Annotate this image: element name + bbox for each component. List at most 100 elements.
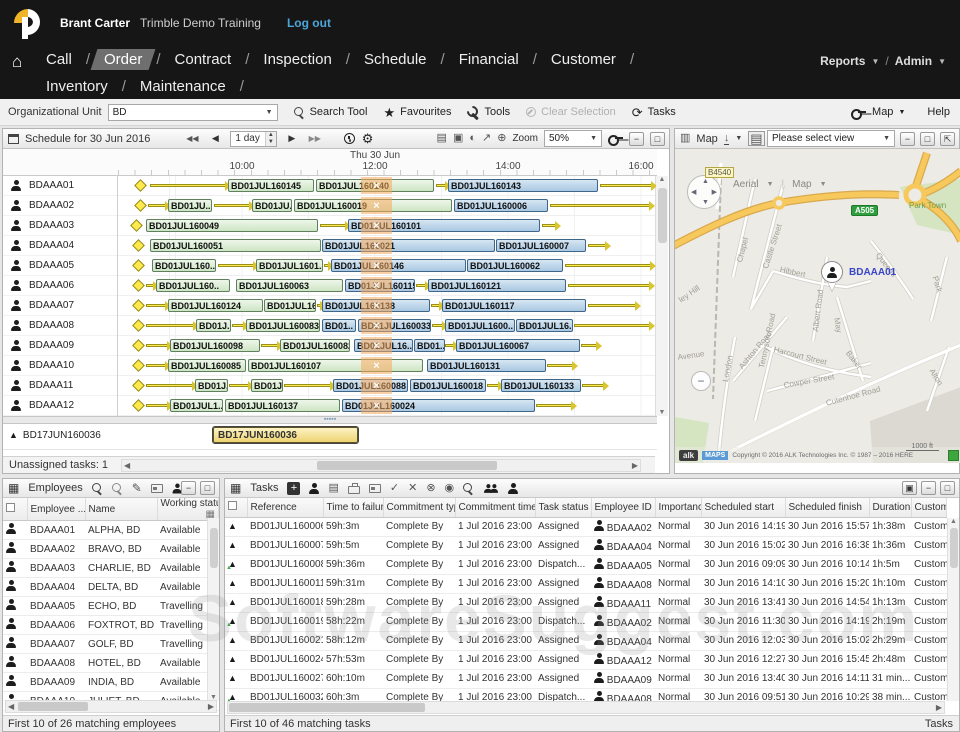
search-icon[interactable]: [463, 482, 474, 494]
employees-vertical-scrollbar[interactable]: ▼: [207, 518, 219, 701]
minimize-button[interactable]: −: [921, 481, 936, 495]
task-bar[interactable]: BD01JUL160082: [280, 339, 350, 352]
task-bar[interactable]: BD01JU..: [252, 199, 292, 212]
gantt-vertical-scrollbar[interactable]: ▲ ▼: [655, 176, 668, 416]
gantt-employee-label[interactable]: BDAAA07: [3, 296, 117, 316]
maximize-button[interactable]: □: [200, 481, 215, 495]
task-bar[interactable]: BD01JUL160049: [146, 219, 318, 232]
task-bar[interactable]: BD01JUL160121: [428, 279, 566, 292]
employee-map-pin[interactable]: [821, 261, 845, 293]
column-header-employee-[interactable]: Employee ... ▴: [27, 498, 86, 521]
task-bar[interactable]: BD01JUL160131: [427, 359, 546, 372]
task-bar[interactable]: BD01JUL160107: [248, 359, 423, 372]
unassigned-task-bar[interactable]: BD17JUN160036: [213, 427, 358, 443]
checkbox-icon[interactable]: [228, 501, 237, 511]
employee-row[interactable]: BDAAA02 BRAVO, BD Available: [3, 539, 219, 559]
employee-row[interactable]: BDAAA06 FOXTROT, BD Travelling: [3, 615, 219, 635]
person-pin-icon[interactable]: [508, 482, 519, 494]
maximize-button[interactable]: □: [650, 131, 665, 146]
prev-button[interactable]: ◀: [207, 131, 223, 146]
map-menu-button[interactable]: Map ▼: [872, 106, 905, 118]
nav-admin[interactable]: Admin: [895, 54, 932, 68]
spin-up-icon[interactable]: ▲: [265, 131, 276, 139]
gantt-employee-label[interactable]: BDAAA08: [3, 316, 117, 336]
tasks-refresh-button[interactable]: ⟳ Tasks: [632, 106, 676, 119]
print-icon[interactable]: ▣: [453, 133, 463, 144]
gantt-employee-label[interactable]: BDAAA01: [3, 176, 117, 196]
task-bar[interactable]: BD01JUL160143: [448, 179, 598, 192]
milestone-diamond[interactable]: [132, 259, 145, 272]
task-bar[interactable]: BD01J..: [251, 379, 283, 392]
task-bar[interactable]: BD01JUL160146: [331, 259, 466, 272]
nav-item-schedule[interactable]: Schedule: [356, 48, 435, 71]
favourites-button[interactable]: ★ Favourites: [383, 106, 451, 119]
task-row[interactable]: ▲ BD01JUL160011 59h:31m Complete By 1 Jul 20…: [225, 574, 947, 594]
task-bar[interactable]: BD01JUL160098: [170, 339, 260, 352]
tasks-horizontal-scrollbar[interactable]: ▶: [227, 701, 945, 714]
gantt-employee-label[interactable]: BDAAA09: [3, 336, 117, 356]
task-bar[interactable]: BD01JUL160083: [246, 319, 320, 332]
milestone-diamond[interactable]: [132, 239, 145, 252]
nav-item-maintenance[interactable]: Maintenance: [132, 75, 234, 98]
task-bar[interactable]: BD01JUL160117: [442, 299, 586, 312]
nav-item-financial[interactable]: Financial: [451, 48, 527, 71]
gantt-splitter[interactable]: ▪▪▪▪▪: [3, 416, 657, 424]
task-row[interactable]: ▲ ▲ BD01JUL160019 58h:22m Complete By 1 Jul 2…: [225, 612, 947, 632]
column-header-commitment-type[interactable]: Commitment type: [383, 498, 456, 518]
spin-down-icon[interactable]: ▼: [265, 138, 276, 146]
column-header-time-to-failure[interactable]: Time to failure: [323, 498, 384, 518]
task-bar[interactable]: BD01JUL160007: [496, 239, 586, 252]
briefcase-icon[interactable]: [347, 482, 360, 494]
milestone-diamond[interactable]: [132, 279, 145, 292]
milestone-diamond[interactable]: [132, 359, 145, 372]
column-header-commitment-time[interactable]: Commitment time ▴: [455, 498, 536, 518]
trend-icon[interactable]: ↗: [482, 133, 491, 144]
task-row[interactable]: ▲ BD01JUL160018 59h:28m Complete By 1 Jul 20…: [225, 593, 947, 613]
gantt-employee-label[interactable]: BDAAA02: [3, 196, 117, 216]
employee-row[interactable]: BDAAA03 CHARLIE, BD Available: [3, 558, 219, 578]
gantt-employee-label[interactable]: BDAAA12: [3, 396, 117, 416]
download-icon[interactable]: ↓: [723, 132, 730, 145]
column-header-scheduled-start[interactable]: Scheduled start: [701, 498, 786, 518]
map-zoom-out-button[interactable]: −: [691, 371, 711, 391]
select-all-header[interactable]: [225, 498, 248, 518]
maximize-button[interactable]: □: [920, 131, 935, 146]
task-bar[interactable]: BD01JUL16..: [264, 299, 316, 312]
clock-icon[interactable]: [343, 133, 355, 144]
map-mode-controls[interactable]: Aerial ▼ | Map ▼: [733, 179, 827, 190]
gear-icon[interactable]: ⚙: [362, 132, 374, 145]
nav-item-inspection[interactable]: Inspection: [255, 48, 339, 71]
map-toggle[interactable]: Map: [792, 179, 811, 190]
milestone-diamond[interactable]: [132, 319, 145, 332]
nav-reports[interactable]: Reports: [820, 54, 865, 68]
person-icon[interactable]: [172, 483, 182, 493]
employee-row[interactable]: BDAAA05 ECHO, BD Travelling: [3, 596, 219, 616]
gantt-employee-label[interactable]: BDAAA03: [3, 216, 117, 236]
task-bar[interactable]: BD01J..: [195, 379, 228, 392]
map-pan-control[interactable]: ▲ ▼ ◀ ▶: [687, 175, 721, 209]
chart-icon[interactable]: ▤: [328, 482, 338, 494]
task-row[interactable]: ▲ ▲ BD01JUL160032 60h:3m Complete By 1 Jul 20…: [225, 688, 947, 701]
task-row[interactable]: ▲ BD01JUL160024 57h:53m Complete By 1 Jul 20…: [225, 650, 947, 670]
id-card-icon[interactable]: [150, 483, 163, 493]
logout-link[interactable]: Log out: [287, 16, 331, 30]
zoom-select[interactable]: 50% ▼: [544, 130, 602, 147]
gantt-horizontal-scrollbar[interactable]: ◀ ▶: [121, 459, 641, 472]
task-bar[interactable]: BD01JU..: [168, 199, 212, 212]
task-bar[interactable]: BD01JUL160021: [322, 239, 495, 252]
people-icon[interactable]: [483, 483, 499, 494]
tools-button[interactable]: Tools: [467, 106, 510, 118]
task-row[interactable]: ▲ BD01JUL160027 60h:10m Complete By 1 Jul 20…: [225, 669, 947, 689]
task-row[interactable]: ▲ ▲ BD01JUL160008 59h:36m Complete By 1 Jul 2…: [225, 555, 947, 575]
task-row[interactable]: ▲ BD01JUL160021 58h:12m Complete By 1 Jul 20…: [225, 631, 947, 651]
panel-view-button[interactable]: ▣: [902, 481, 917, 495]
home-icon[interactable]: ⌂: [12, 52, 22, 72]
task-bar[interactable]: BD01JUL1600..: [445, 319, 515, 332]
minimize-button[interactable]: −: [900, 131, 915, 146]
map-canvas[interactable]: Park Town Chapel Castle Street Hibbert Alber…: [675, 149, 960, 463]
next-button[interactable]: ▶: [284, 131, 300, 146]
task-bar[interactable]: BD01JUL160006: [454, 199, 548, 212]
task-bar[interactable]: BD01JUL160062: [467, 259, 563, 272]
milestone-diamond[interactable]: [132, 379, 145, 392]
gantt-employee-label[interactable]: BDAAA11: [3, 376, 117, 396]
